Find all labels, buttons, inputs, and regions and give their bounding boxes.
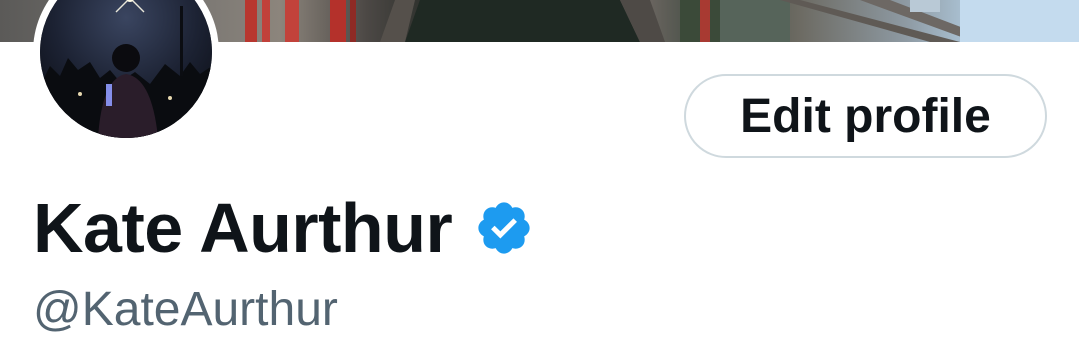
verified-badge-icon — [474, 198, 534, 258]
user-handle: @KateAurthur — [33, 283, 338, 336]
avatar-image — [40, 0, 212, 138]
edit-profile-button[interactable]: Edit profile — [684, 74, 1047, 158]
display-name: Kate Aurthur — [33, 189, 453, 267]
display-name-row: Kate Aurthur — [33, 188, 534, 268]
profile-header: Edit profile Kate Aurthur @KateAurthur — [0, 0, 1079, 360]
avatar[interactable] — [33, 0, 219, 145]
